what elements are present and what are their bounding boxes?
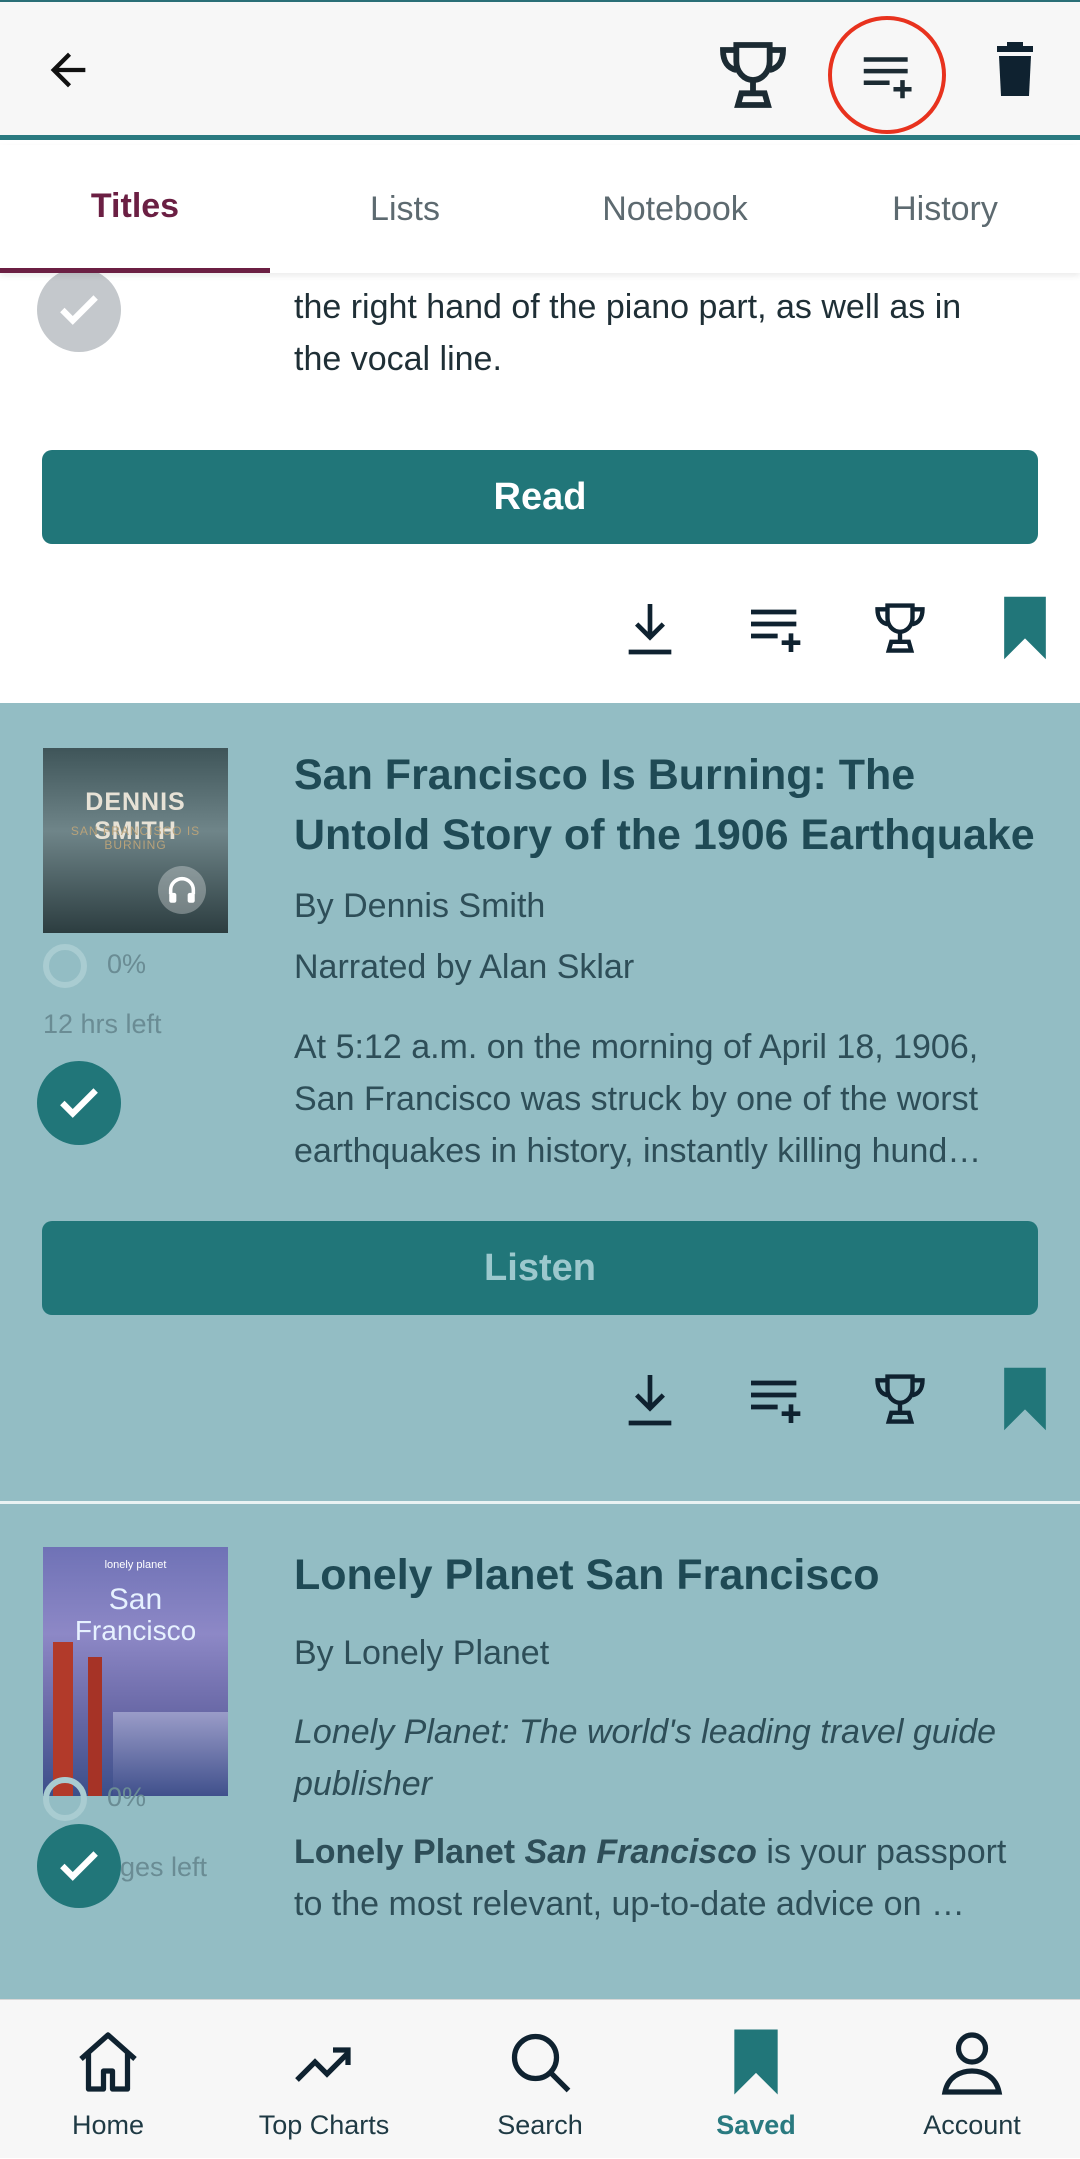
nav-label: Account <box>923 2110 1021 2140</box>
tab-history[interactable]: History <box>810 145 1080 273</box>
achievements-button[interactable] <box>860 588 940 668</box>
tab-notebook[interactable]: Notebook <box>540 145 810 273</box>
check-icon <box>60 1851 98 1881</box>
bridge-tower <box>53 1642 73 1796</box>
top-app-bar <box>0 0 1080 140</box>
add-to-list-button[interactable] <box>828 16 946 134</box>
tab-titles[interactable]: Titles <box>0 145 270 273</box>
description-bold: Lonely Planet <box>294 1833 516 1871</box>
trash-icon <box>997 42 1033 96</box>
item-narrator[interactable]: Narrated by Alan Sklar <box>294 941 1054 993</box>
bookmark-icon <box>1004 596 1046 660</box>
nav-account[interactable]: Account <box>864 2000 1080 2159</box>
bookmark-icon <box>1004 1367 1046 1431</box>
search-icon <box>511 2033 571 2093</box>
cover-brand-text: lonely planet <box>104 1559 167 1571</box>
select-checkbox[interactable] <box>37 1824 121 1908</box>
select-checkbox[interactable] <box>37 273 121 352</box>
check-icon <box>60 1088 98 1118</box>
item-description: the right hand of the piano part, as wel… <box>294 288 962 378</box>
progress-percent: 0% <box>107 949 147 980</box>
playlist-add-icon <box>863 57 912 99</box>
account-icon <box>941 2032 1003 2095</box>
list-item[interactable]: DENNIS SMITH SAN FRANCISCO IS BURNING 0%… <box>0 703 1080 1501</box>
bookmark-button[interactable] <box>985 1359 1065 1439</box>
playlist-add-icon <box>751 1380 801 1423</box>
trending-up-icon <box>295 2047 351 2082</box>
pages-left: ges left <box>120 1852 208 1882</box>
achievements-button[interactable] <box>860 1359 940 1439</box>
nav-label: Search <box>497 2110 583 2140</box>
download-icon <box>628 1375 672 1426</box>
nav-label: Home <box>71 2110 145 2140</box>
nav-saved[interactable]: Saved <box>648 2000 864 2159</box>
bookmark-icon <box>734 2029 778 2095</box>
tab-lists[interactable]: Lists <box>270 145 540 273</box>
nav-home[interactable]: Home <box>0 2000 216 2159</box>
bookmark-button[interactable] <box>985 588 1065 668</box>
trophy-icon <box>720 42 786 108</box>
nav-label: Top Charts <box>258 2110 390 2140</box>
progress-ring <box>43 944 87 988</box>
playlist-add-icon <box>751 609 801 652</box>
time-left: 12 hrs left <box>43 1009 162 1039</box>
saved-titles-list[interactable]: the right hand of the piano part, as wel… <box>0 273 1080 1999</box>
book-cover: lonely planet San Francisco <box>43 1547 228 1796</box>
add-to-list-button[interactable] <box>735 1359 815 1439</box>
download-button[interactable] <box>610 588 690 668</box>
delete-button[interactable] <box>975 30 1055 110</box>
bottom-navigation: Home Top Charts Search Saved Account <box>0 1999 1080 2158</box>
download-button[interactable] <box>610 1359 690 1439</box>
progress-ring <box>43 1777 87 1821</box>
nav-search[interactable]: Search <box>432 2000 648 2159</box>
home-icon <box>79 2032 137 2092</box>
item-description: Lonely Planet San Francisco is your pass… <box>294 1826 1044 1936</box>
check-icon <box>60 295 98 325</box>
arrow-left-icon <box>50 52 86 88</box>
item-description: At 5:12 a.m. on the morning of April 18,… <box>294 1028 982 1170</box>
select-checkbox[interactable] <box>37 1061 121 1145</box>
tab-bar: Titles Lists Notebook History <box>0 145 1080 273</box>
item-actions <box>560 1359 1080 1439</box>
item-actions <box>560 588 1080 668</box>
progress-indicator: 0% <box>43 944 146 988</box>
book-cover: DENNIS SMITH SAN FRANCISCO IS BURNING <box>43 748 228 933</box>
back-button[interactable] <box>28 30 108 110</box>
cover-title-text: SAN FRANCISCO IS BURNING <box>70 824 201 852</box>
audiobook-badge <box>158 866 206 914</box>
headphones-icon <box>168 876 196 903</box>
cover-city-text: San <box>108 1583 163 1616</box>
list-item[interactable]: the right hand of the piano part, as wel… <box>0 273 1080 703</box>
item-author[interactable]: By Dennis Smith <box>294 880 1054 932</box>
trophy-icon <box>875 1374 925 1424</box>
item-author[interactable]: By Lonely Planet <box>294 1627 1054 1679</box>
achievements-button[interactable] <box>708 30 798 120</box>
item-title[interactable]: San Francisco Is Burning: The Untold Sto… <box>294 745 1044 865</box>
progress-percent: 0% <box>107 1782 147 1813</box>
read-button[interactable]: Read <box>42 450 1038 544</box>
nav-label: Saved <box>716 2110 796 2140</box>
download-icon <box>628 604 672 655</box>
list-item[interactable]: lonely planet San Francisco 0% ges left … <box>0 1504 1080 1999</box>
item-tagline: Lonely Planet: The world's leading trave… <box>294 1713 997 1803</box>
bridge-tower <box>88 1657 102 1796</box>
description-italic: San Francisco <box>524 1833 757 1871</box>
add-to-list-button[interactable] <box>735 588 815 668</box>
progress-indicator: 0% <box>43 1777 146 1821</box>
trophy-icon <box>875 603 925 653</box>
listen-button[interactable]: Listen <box>42 1221 1038 1315</box>
item-title[interactable]: Lonely Planet San Francisco <box>294 1545 1044 1605</box>
nav-top-charts[interactable]: Top Charts <box>216 2000 432 2159</box>
